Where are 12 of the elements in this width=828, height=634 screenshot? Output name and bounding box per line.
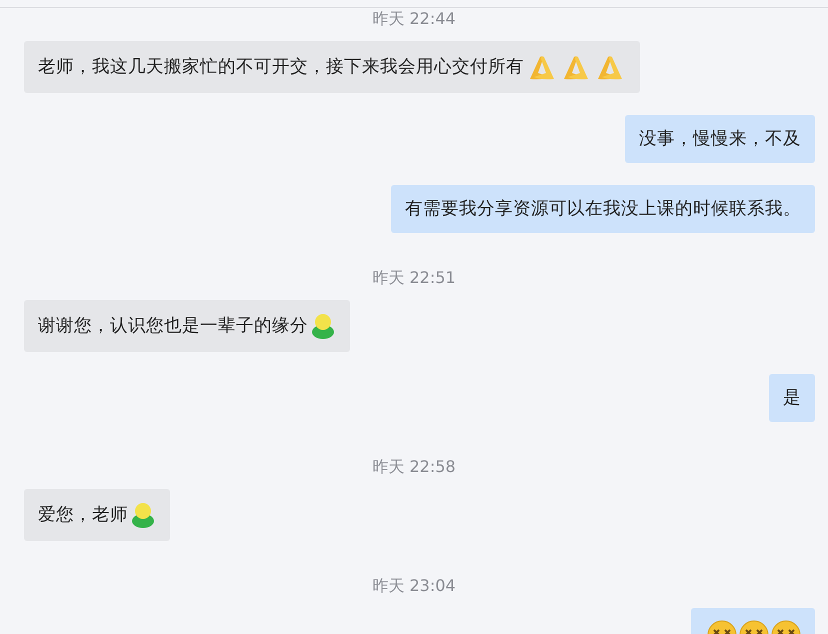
- message-bubble: 没事，慢慢来，不及: [625, 115, 815, 163]
- timestamp: 昨天 22:58: [372, 457, 456, 477]
- message-bubble: 老师，我这几天搬家忙的不可开交，接下来我会用心交付所有: [24, 41, 640, 93]
- message-bubble: 是: [769, 374, 815, 422]
- message-bubble: 爱您，老师: [24, 489, 170, 541]
- timestamp: 昨天 23:04: [372, 576, 456, 596]
- timestamp: 昨天 22:44: [372, 9, 456, 29]
- message-bubble: 有需要我分享资源可以在我没上课的时候联系我。: [391, 185, 815, 233]
- message-bubble: 谢谢您，认识您也是一辈子的缘分: [24, 300, 350, 352]
- timestamp: 昨天 22:51: [372, 268, 456, 288]
- figure-icon: [310, 312, 336, 340]
- figure-icon: [130, 501, 156, 529]
